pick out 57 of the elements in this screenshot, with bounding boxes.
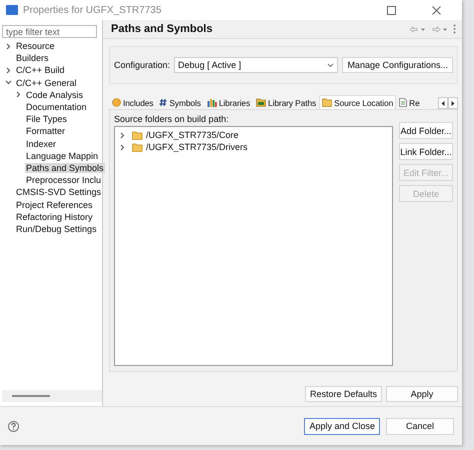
tree-item[interactable]: Builders [15, 53, 50, 64]
scroll-right-button[interactable] [448, 97, 458, 109]
tree-item[interactable]: Refactoring History [15, 212, 94, 222]
folder-item[interactable]: /UGFX_STR7735/Core [146, 130, 239, 140]
folder-item[interactable]: /UGFX_STR7735/Drivers [146, 142, 248, 152]
file-icon [399, 98, 408, 107]
tree-item[interactable]: Formatter [25, 126, 66, 136]
help-icon[interactable] [8, 420, 19, 432]
tree-item[interactable]: Run/Debug Settings [15, 224, 98, 234]
maximize-icon[interactable] [386, 6, 396, 14]
tab[interactable]: Libraries [204, 95, 254, 109]
tab[interactable]: Symbols [156, 95, 204, 109]
folder-action-button[interactable]: Link Folder... [399, 143, 453, 160]
back-icon[interactable] [409, 26, 427, 32]
apply-and-close-button[interactable]: Apply and Close [304, 418, 380, 434]
configuration-label: Configuration: [114, 60, 170, 70]
tree-item[interactable]: Preprocessor Inclu [25, 175, 102, 186]
restore-defaults-button[interactable]: Restore Defaults [304, 386, 382, 402]
tree-item[interactable]: File Types [25, 114, 68, 124]
left-triangle-icon [441, 100, 445, 106]
scroll-left-button[interactable] [438, 97, 448, 109]
tree-item[interactable]: Code Analysis [25, 90, 84, 100]
books-icon [206, 98, 217, 107]
tree-item[interactable]: Paths and Symbols [25, 162, 105, 173]
tab[interactable]: Library Paths [253, 95, 320, 109]
tree-item[interactable]: C/C++ Build [15, 65, 66, 76]
configuration-dropdown[interactable]: Debug [ Active ] [174, 57, 338, 73]
horizontal-scrollbar[interactable] [2, 390, 102, 402]
folder-icon [256, 98, 266, 107]
folder-icon [132, 142, 143, 152]
tree-item[interactable]: Resource [15, 41, 56, 52]
app-icon [6, 5, 18, 15]
manage-configurations-button[interactable]: Manage Configurations... [342, 57, 453, 73]
filter-field[interactable]: type filter text [2, 25, 97, 38]
cancel-button[interactable]: Cancel [386, 418, 454, 434]
tab[interactable]: Source Location [319, 95, 396, 109]
tree-item[interactable]: CMSIS-SVD Settings [15, 187, 102, 198]
tree-item[interactable]: Documentation [25, 102, 88, 112]
hash-icon [159, 98, 168, 107]
tree-item[interactable]: Project References [15, 200, 94, 210]
folder-icon [322, 98, 332, 107]
folder-action-button[interactable]: Add Folder... [399, 122, 453, 139]
tree-item[interactable]: C/C++ General [15, 78, 78, 88]
close-icon[interactable] [432, 6, 440, 14]
tree-item[interactable]: Language Mappin [25, 150, 100, 161]
tab[interactable]: Includes [109, 95, 156, 109]
tab[interactable]: Re [396, 95, 421, 109]
circle-icon [112, 98, 121, 107]
page-title: Paths and Symbols [111, 23, 214, 35]
list-label: Source folders on build path: [114, 114, 230, 124]
folder-icon [132, 130, 143, 140]
right-triangle-icon [451, 100, 455, 106]
apply-button[interactable]: Apply [386, 386, 458, 402]
more-icon[interactable] [453, 24, 456, 34]
tree-item[interactable]: Indexer [25, 138, 58, 149]
forward-icon[interactable] [431, 26, 449, 32]
window-title: Properties for UGFX_STR7735 [23, 4, 162, 16]
